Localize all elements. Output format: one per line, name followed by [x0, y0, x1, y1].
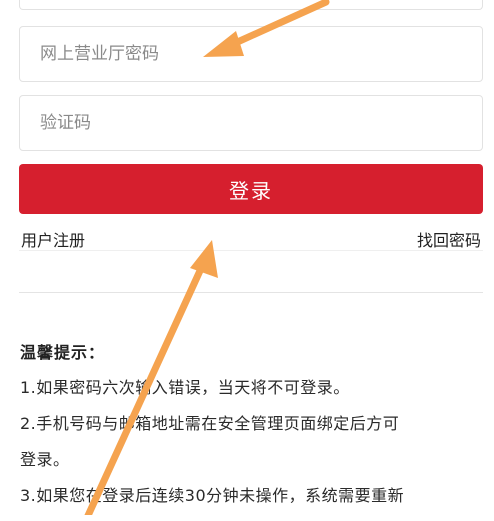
forgot-password-link[interactable]: 找回密码 [417, 227, 481, 251]
login-button[interactable]: 登录 [19, 164, 483, 214]
account-links: 用户注册 找回密码 [19, 227, 483, 251]
links-separator [19, 250, 483, 251]
password-field[interactable] [19, 26, 483, 82]
previous-input-field-edge[interactable] [19, 0, 483, 10]
tips-title: 温馨提示： [20, 343, 106, 362]
section-divider [19, 292, 483, 293]
captcha-field[interactable] [19, 95, 483, 151]
tip-line: 1.如果密码六次输入错误，当天将不可登录。 [20, 378, 350, 397]
captcha-input[interactable] [20, 96, 482, 150]
tip-line: 2.手机号码与邮箱地址需在安全管理页面绑定后方可 [20, 414, 400, 433]
password-input[interactable] [20, 27, 482, 81]
watermark-logo [396, 458, 486, 504]
register-link[interactable]: 用户注册 [21, 227, 85, 251]
